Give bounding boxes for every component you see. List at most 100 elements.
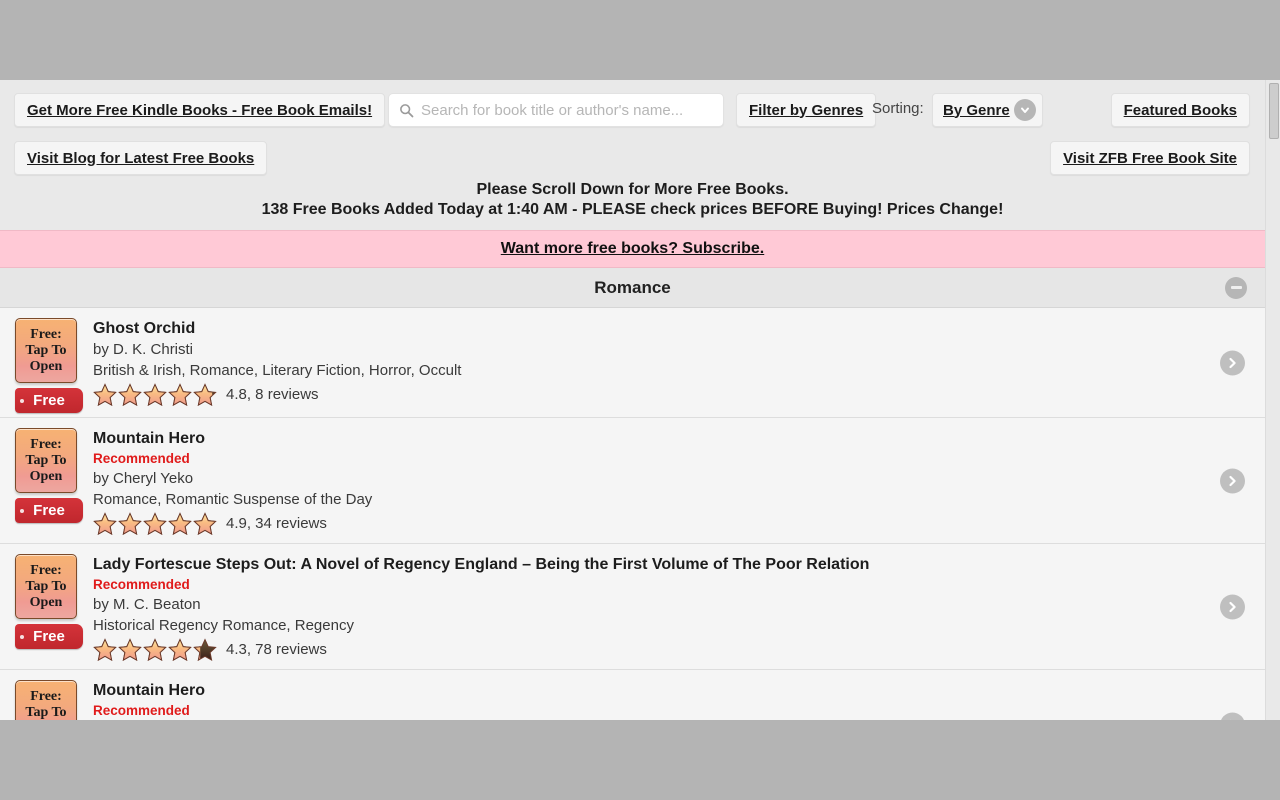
rating-text: 4.3, 78 reviews (226, 641, 327, 658)
get-free-book-emails-label: Get More Free Kindle Books - Free Book E… (27, 101, 373, 119)
book-info: Lady Fortescue Steps Out: A Novel of Reg… (93, 554, 1265, 661)
browser-chrome-bottom (0, 720, 1280, 800)
scroll-notice-line-2: 138 Free Books Added Today at 1:40 AM - … (261, 201, 1004, 218)
star-icon (143, 638, 167, 661)
star-icon (93, 512, 117, 535)
book-badge-column: Free: Tap To Open Free (15, 680, 87, 720)
free-button-line-3: Open (29, 594, 63, 610)
star-icon (143, 383, 167, 406)
book-rating: 4.8, 8 reviews (93, 383, 1195, 406)
search-input[interactable] (421, 101, 713, 119)
free-button-line-3: Open (29, 358, 63, 374)
book-info: Mountain Hero Recommended by Cheryl Yeko (93, 680, 1265, 720)
book-badge-column: Free: Tap To Open Free (15, 318, 87, 413)
book-title: Mountain Hero (93, 430, 205, 447)
screen: Get More Free Kindle Books - Free Book E… (0, 0, 1280, 800)
book-author: by M. C. Beaton (93, 596, 201, 613)
visit-zfb-site-label: Visit ZFB Free Book Site (1063, 149, 1237, 167)
book-author: by Cheryl Yeko (93, 470, 194, 487)
genre-section-header: Romance (0, 268, 1265, 308)
scrollbar-thumb[interactable] (1269, 83, 1279, 139)
search-icon (400, 103, 414, 117)
sort-dropdown[interactable]: By Genre (932, 93, 1043, 127)
subscribe-banner[interactable]: Want more free books? Subscribe. (0, 230, 1265, 268)
book-row[interactable]: Free: Tap To Open Free Lady Fortescue St… (0, 544, 1265, 670)
price-tag: Free (15, 388, 83, 413)
free-button-line-2: Tap To (25, 342, 67, 358)
book-title: Ghost Orchid (93, 320, 196, 337)
star-icon (118, 512, 142, 535)
star-icon (168, 512, 192, 535)
book-genres: Historical Regency Romance, Regency (93, 617, 354, 634)
header-row-primary: Get More Free Kindle Books - Free Book E… (0, 93, 1265, 127)
price-tag-label: Free (33, 392, 65, 409)
star-icon (193, 383, 217, 406)
featured-books-button[interactable]: Featured Books (1110, 93, 1250, 127)
book-info: Ghost Orchid by D. K. Christi British & … (93, 318, 1265, 406)
star-icon (93, 638, 117, 661)
subscribe-link[interactable]: Want more free books? Subscribe. (501, 240, 764, 258)
free-button-line-1: Free: (30, 562, 62, 578)
book-author: by D. K. Christi (93, 341, 194, 358)
book-row[interactable]: Free: Tap To Open Free Ghost Orchid by D… (0, 308, 1265, 418)
scroll-notice: Please Scroll Down for More Free Books. … (0, 180, 1265, 220)
search-box[interactable] (388, 93, 724, 127)
book-badge-column: Free: Tap To Open Free (15, 428, 87, 523)
star-icon (168, 638, 192, 661)
star-icon (193, 638, 217, 661)
visit-zfb-site-button[interactable]: Visit ZFB Free Book Site (1050, 141, 1250, 175)
get-free-book-emails-button[interactable]: Get More Free Kindle Books - Free Book E… (14, 93, 386, 127)
rating-text: 4.9, 34 reviews (226, 515, 327, 532)
recommended-badge: Recommended (93, 577, 190, 592)
book-row[interactable]: Free: Tap To Open Free Mountain Hero Rec… (0, 418, 1265, 544)
free-tap-to-open-button[interactable]: Free: Tap To Open (15, 428, 77, 493)
book-rating: 4.3, 78 reviews (93, 638, 1195, 661)
collapse-section-icon[interactable] (1225, 276, 1247, 299)
book-rating: 4.9, 34 reviews (93, 512, 1195, 535)
book-badge-column: Free: Tap To Open Free (15, 554, 87, 649)
minus-glyph (1230, 286, 1242, 289)
chevron-right-icon[interactable] (1220, 468, 1245, 493)
book-title: Mountain Hero (93, 682, 205, 699)
price-tag-label: Free (33, 502, 65, 519)
visit-blog-button[interactable]: Visit Blog for Latest Free Books (14, 141, 268, 175)
book-info: Mountain Hero Recommended by Cheryl Yeko… (93, 428, 1265, 535)
free-button-line-2: Tap To (25, 704, 67, 720)
price-tag: Free (15, 498, 83, 523)
browser-chrome-top (0, 0, 1280, 80)
free-tap-to-open-button[interactable]: Free: Tap To Open (15, 554, 77, 619)
header-row-secondary: Visit Blog for Latest Free Books Visit Z… (0, 141, 1265, 175)
sorting-label: Sorting: (872, 100, 924, 117)
rating-stars (93, 638, 217, 661)
book-list: Free: Tap To Open Free Ghost Orchid by D… (0, 308, 1265, 720)
recommended-badge: Recommended (93, 703, 190, 718)
free-tap-to-open-button[interactable]: Free: Tap To Open (15, 680, 77, 720)
free-button-line-2: Tap To (25, 578, 67, 594)
star-icon (193, 512, 217, 535)
chevron-down-icon (1013, 99, 1036, 121)
rating-stars (93, 383, 217, 406)
star-icon (168, 383, 192, 406)
price-tag-label: Free (33, 628, 65, 645)
book-title: Lady Fortescue Steps Out: A Novel of Reg… (93, 556, 870, 573)
rating-text: 4.8, 8 reviews (226, 386, 319, 403)
sort-dropdown-value: By Genre (943, 101, 1010, 119)
visit-blog-label: Visit Blog for Latest Free Books (27, 149, 255, 167)
star-icon (143, 512, 167, 535)
free-button-line-2: Tap To (25, 452, 67, 468)
vertical-scrollbar[interactable] (1265, 80, 1280, 720)
genre-section-title: Romance (594, 277, 671, 297)
page-viewport: Get More Free Kindle Books - Free Book E… (0, 80, 1280, 720)
free-button-line-3: Open (29, 468, 63, 484)
filter-by-genres-button[interactable]: Filter by Genres (736, 93, 877, 127)
book-genres: Romance, Romantic Suspense of the Day (93, 491, 373, 508)
free-tap-to-open-button[interactable]: Free: Tap To Open (15, 318, 77, 383)
book-genres: British & Irish, Romance, Literary Ficti… (93, 362, 462, 379)
book-row[interactable]: Free: Tap To Open Free Mountain Hero Rec… (0, 670, 1265, 720)
rating-stars (93, 512, 217, 535)
chevron-right-icon[interactable] (1220, 350, 1245, 375)
star-icon (118, 638, 142, 661)
star-icon (118, 383, 142, 406)
chevron-right-icon[interactable] (1220, 594, 1245, 619)
price-tag: Free (15, 624, 83, 649)
